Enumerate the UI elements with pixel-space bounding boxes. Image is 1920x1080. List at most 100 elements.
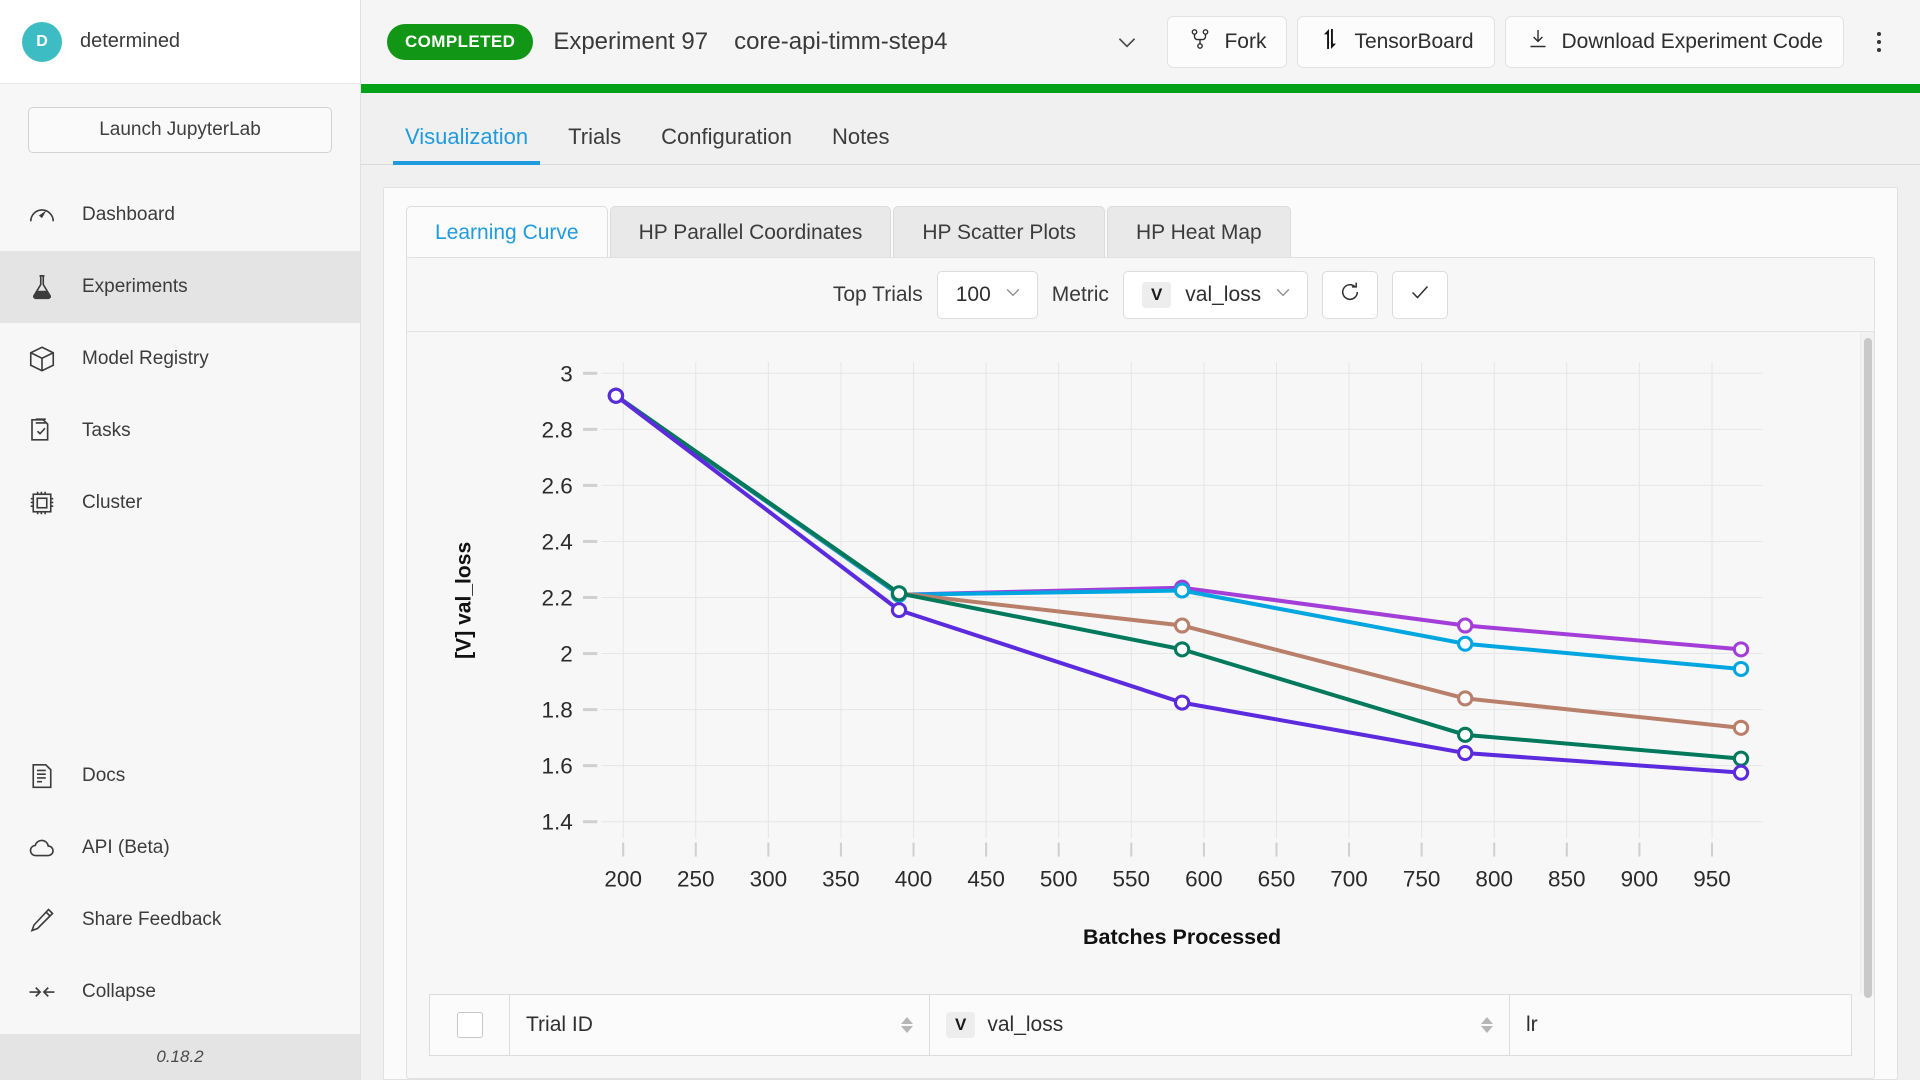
more-options-button[interactable] bbox=[1856, 19, 1902, 65]
sidebar-item-collapse[interactable]: Collapse bbox=[0, 956, 360, 1028]
x-tick-label: 750 bbox=[1403, 867, 1441, 892]
data-point-trial-brown[interactable] bbox=[1732, 719, 1750, 736]
fork-icon bbox=[1188, 27, 1212, 57]
x-tick-label: 400 bbox=[895, 867, 933, 892]
column-label-wrap: V val_loss bbox=[946, 1012, 1063, 1038]
column-label: val_loss bbox=[987, 1013, 1064, 1036]
data-point-trial-green[interactable] bbox=[1732, 750, 1750, 767]
visualization-panel: Learning Curve HP Parallel Coordinates H… bbox=[383, 187, 1898, 1080]
sort-trial-id-icon[interactable] bbox=[901, 1017, 913, 1033]
chart-canvas: 1.4 1.6 1.8 2 2.2 2.4 2.6 2.8 3 200 250 300 350 400 45… bbox=[407, 332, 1860, 994]
y-tick-label: 1.8 bbox=[541, 698, 572, 723]
subtab-hp-parallel-coordinates[interactable]: HP Parallel Coordinates bbox=[609, 206, 892, 258]
data-point-trial-cyan[interactable] bbox=[1173, 582, 1191, 599]
sidebar-item-cluster[interactable]: Cluster bbox=[0, 467, 360, 539]
data-point-trial-green[interactable] bbox=[1457, 726, 1474, 743]
x-tick-label: 250 bbox=[677, 867, 715, 892]
metric-select[interactable]: V val_loss bbox=[1122, 270, 1309, 319]
data-point-trial-violet[interactable] bbox=[1457, 745, 1474, 762]
x-tick-label: 350 bbox=[822, 867, 860, 892]
tensorboard-label: TensorBoard bbox=[1354, 30, 1474, 53]
data-point-trial-violet[interactable] bbox=[890, 602, 908, 619]
sidebar-item-share-feedback[interactable]: Share Feedback bbox=[0, 884, 360, 956]
x-tick-label: 650 bbox=[1258, 867, 1296, 892]
column-header-trial-id[interactable]: Trial ID bbox=[510, 995, 930, 1055]
tab-notes[interactable]: Notes bbox=[812, 124, 909, 164]
y-tick-label: 2.2 bbox=[541, 586, 572, 611]
series-line-trial-brown[interactable] bbox=[613, 393, 1744, 730]
data-point-trial-violet[interactable] bbox=[607, 387, 625, 404]
sidebar-item-dashboard[interactable]: Dashboard bbox=[0, 179, 360, 251]
select-all-cell bbox=[430, 995, 510, 1055]
sidebar-item-tasks[interactable]: Tasks bbox=[0, 395, 360, 467]
x-tick-label: 300 bbox=[750, 867, 788, 892]
sort-val-loss-icon[interactable] bbox=[1481, 1017, 1493, 1033]
sort-desc-arrow bbox=[901, 1026, 913, 1033]
y-tick-label: 2.8 bbox=[541, 418, 572, 443]
data-point-trial-violet[interactable] bbox=[1732, 764, 1750, 781]
experiment-header: COMPLETED Experiment 97 core-api-timm-st… bbox=[361, 0, 1920, 84]
check-icon bbox=[1408, 280, 1432, 309]
cloud-icon bbox=[27, 833, 57, 863]
subtab-hp-scatter-plots[interactable]: HP Scatter Plots bbox=[893, 206, 1106, 258]
subtab-learning-curve[interactable]: Learning Curve bbox=[406, 206, 608, 258]
y-tick-label: 3 bbox=[560, 362, 573, 387]
tab-configuration[interactable]: Configuration bbox=[641, 124, 812, 164]
sidebar-item-label: Cluster bbox=[82, 492, 143, 513]
data-point-trial-brown[interactable] bbox=[1173, 617, 1191, 634]
data-point-trial-purple-light[interactable] bbox=[1732, 641, 1750, 658]
launch-jupyterlab-button[interactable]: Launch JupyterLab bbox=[28, 107, 332, 153]
data-point-trial-cyan[interactable] bbox=[1732, 660, 1750, 677]
subtab-hp-heat-map[interactable]: HP Heat Map bbox=[1107, 206, 1291, 258]
avatar: D bbox=[22, 21, 62, 62]
fork-button[interactable]: Fork bbox=[1167, 16, 1288, 68]
tasks-icon bbox=[27, 416, 57, 446]
cube-icon bbox=[27, 344, 57, 374]
y-tick-label: 2.6 bbox=[541, 474, 572, 499]
kebab-dot bbox=[1877, 32, 1881, 36]
tab-trials[interactable]: Trials bbox=[548, 124, 641, 164]
tensorboard-button[interactable]: TensorBoard bbox=[1297, 16, 1495, 68]
column-header-lr[interactable]: lr bbox=[1510, 995, 1851, 1055]
data-point-trial-brown[interactable] bbox=[1457, 690, 1474, 707]
sidebar-item-docs[interactable]: Docs bbox=[0, 740, 360, 812]
sidebar-item-model-registry[interactable]: Model Registry bbox=[0, 323, 360, 395]
data-point-trial-green[interactable] bbox=[890, 585, 908, 602]
tab-visualization[interactable]: Visualization bbox=[385, 124, 548, 165]
x-tick-label: 700 bbox=[1330, 867, 1368, 892]
x-tick-label: 950 bbox=[1693, 867, 1731, 892]
sidebar-item-api-beta[interactable]: API (Beta) bbox=[0, 812, 360, 884]
chevron-down-icon[interactable] bbox=[1105, 20, 1149, 64]
metric-type-badge: V bbox=[1141, 281, 1172, 308]
chart-svg: 1.4 1.6 1.8 2 2.2 2.4 2.6 2.8 3 200 250 300 350 400 45… bbox=[451, 362, 1763, 949]
y-tick-label: 1.4 bbox=[541, 810, 572, 835]
trials-table-header: Trial ID V val_loss lr bbox=[429, 994, 1852, 1056]
sidebar-item-label: Share Feedback bbox=[82, 909, 222, 930]
card-bottom-padding bbox=[407, 1056, 1874, 1078]
sidebar-nav: Dashboard Experiments Model Registry Tas… bbox=[0, 179, 360, 539]
download-experiment-code-button[interactable]: Download Experiment Code bbox=[1504, 16, 1844, 68]
data-point-trial-purple-light[interactable] bbox=[1457, 617, 1474, 634]
sort-asc-arrow bbox=[901, 1017, 913, 1024]
download-icon bbox=[1526, 27, 1550, 57]
scrollbar-thumb[interactable] bbox=[1864, 338, 1872, 998]
chart-vertical-scrollbar[interactable] bbox=[1860, 332, 1874, 998]
x-tick-label: 550 bbox=[1113, 867, 1151, 892]
data-point-trial-cyan[interactable] bbox=[1457, 635, 1474, 652]
x-tick-label: 850 bbox=[1548, 867, 1586, 892]
top-trials-select[interactable]: 100 bbox=[936, 270, 1038, 319]
sidebar-item-experiments[interactable]: Experiments bbox=[0, 251, 360, 323]
data-point-trial-violet[interactable] bbox=[1173, 694, 1191, 711]
column-header-val-loss[interactable]: V val_loss bbox=[930, 995, 1510, 1055]
sidebar-item-label: Tasks bbox=[82, 420, 131, 441]
brand-header[interactable]: D determined bbox=[0, 0, 360, 84]
content-area: Learning Curve HP Parallel Coordinates H… bbox=[361, 165, 1920, 1080]
data-point-trial-green[interactable] bbox=[1173, 641, 1191, 658]
refresh-button[interactable] bbox=[1322, 270, 1379, 319]
select-all-checkbox[interactable] bbox=[456, 1012, 483, 1038]
version-label: 0.18.2 bbox=[0, 1034, 360, 1080]
main-tabs: Visualization Trials Configuration Notes bbox=[361, 93, 1920, 165]
metric-value: val_loss bbox=[1185, 282, 1262, 306]
confirm-button[interactable] bbox=[1392, 270, 1449, 319]
chart-toolbar: Top Trials 100 Metric V val_loss bbox=[407, 258, 1874, 332]
